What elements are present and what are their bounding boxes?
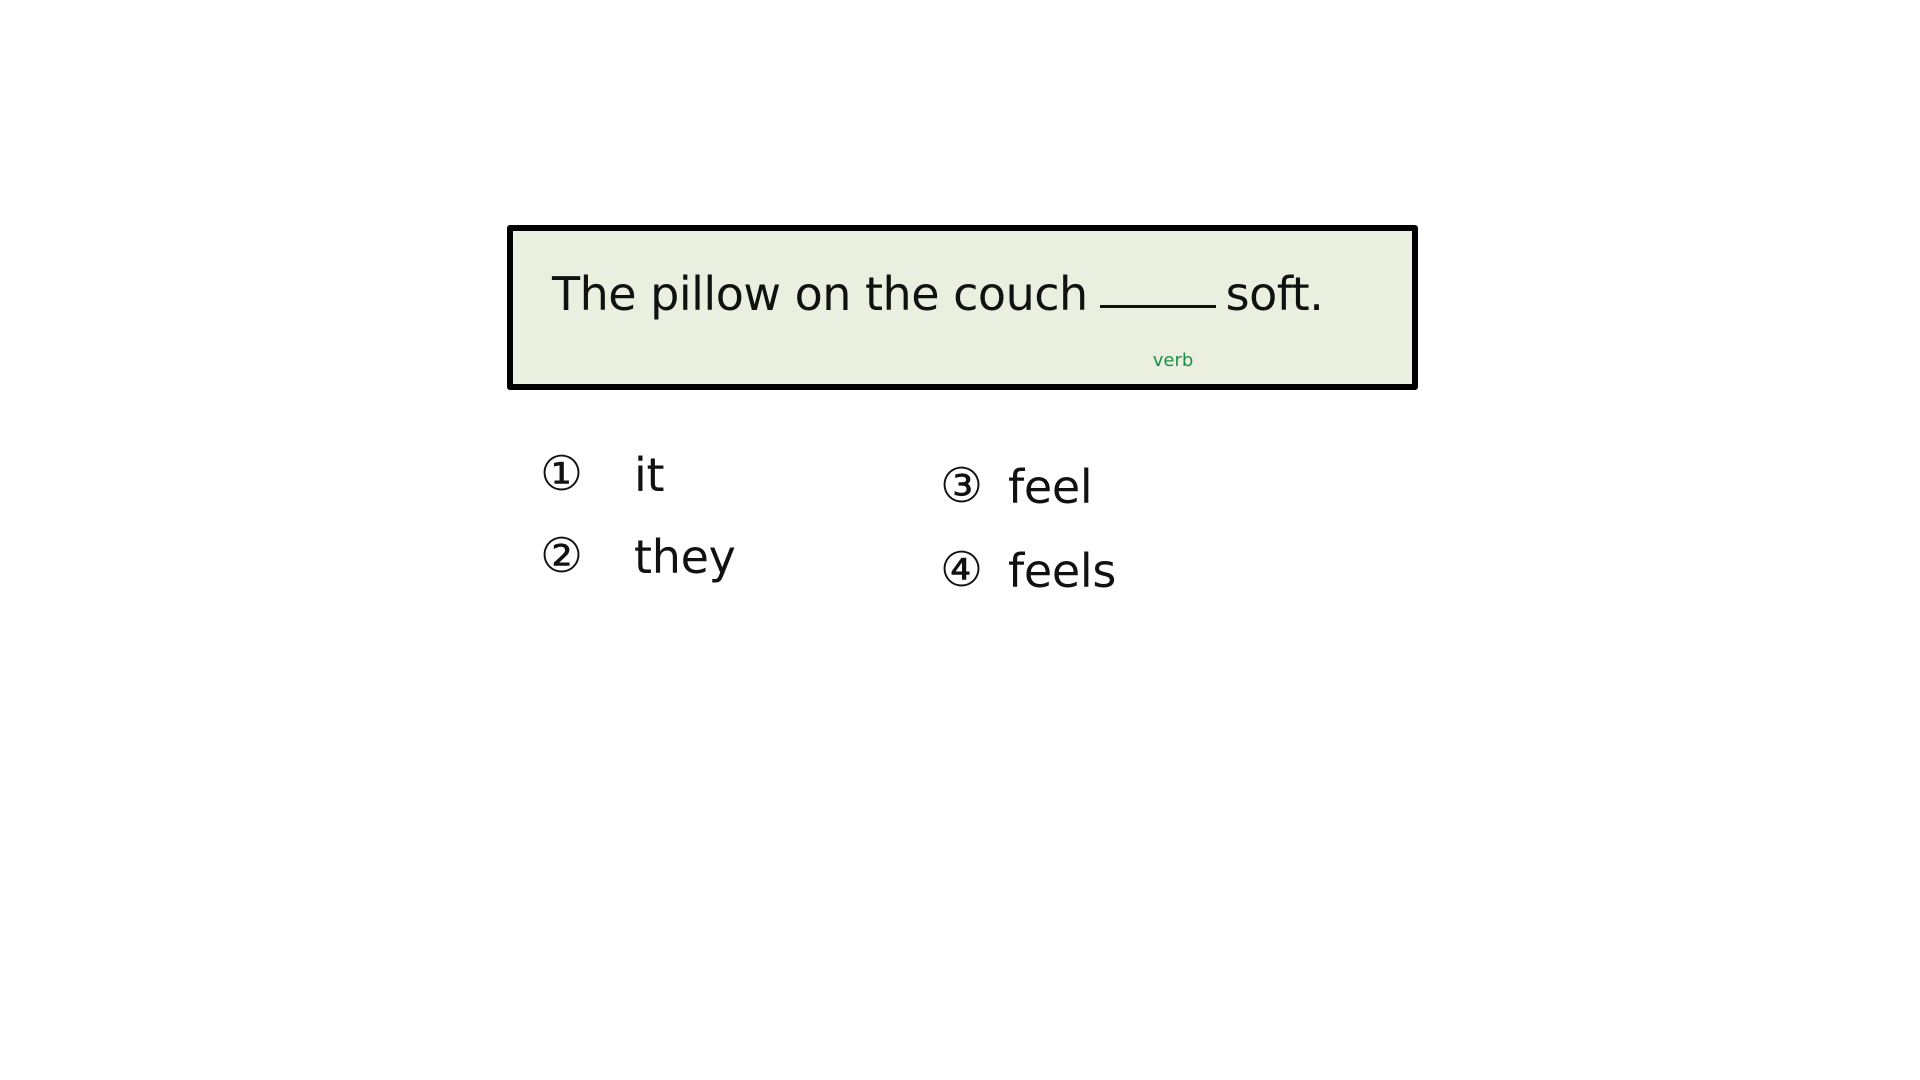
option-number-3: ③ [940, 458, 984, 514]
option-word-2: they [634, 530, 736, 584]
sentence-before-blank: The pillow on the couch [552, 267, 1088, 321]
option-word-3: feel [1008, 460, 1093, 514]
option-number-2: ② [540, 528, 584, 584]
question-sentence: The pillow on the couch soft. [552, 271, 1324, 317]
question-box: The pillow on the couch soft. verb [507, 225, 1418, 390]
blank-hint: verb [1152, 350, 1194, 371]
option-number-1: ① [540, 446, 584, 502]
option-word-1: it [634, 448, 665, 502]
option-word-4: feels [1008, 544, 1117, 598]
option-number-4: ④ [940, 542, 984, 598]
answer-blank [1099, 303, 1216, 308]
sentence-after-blank: soft. [1225, 267, 1324, 321]
